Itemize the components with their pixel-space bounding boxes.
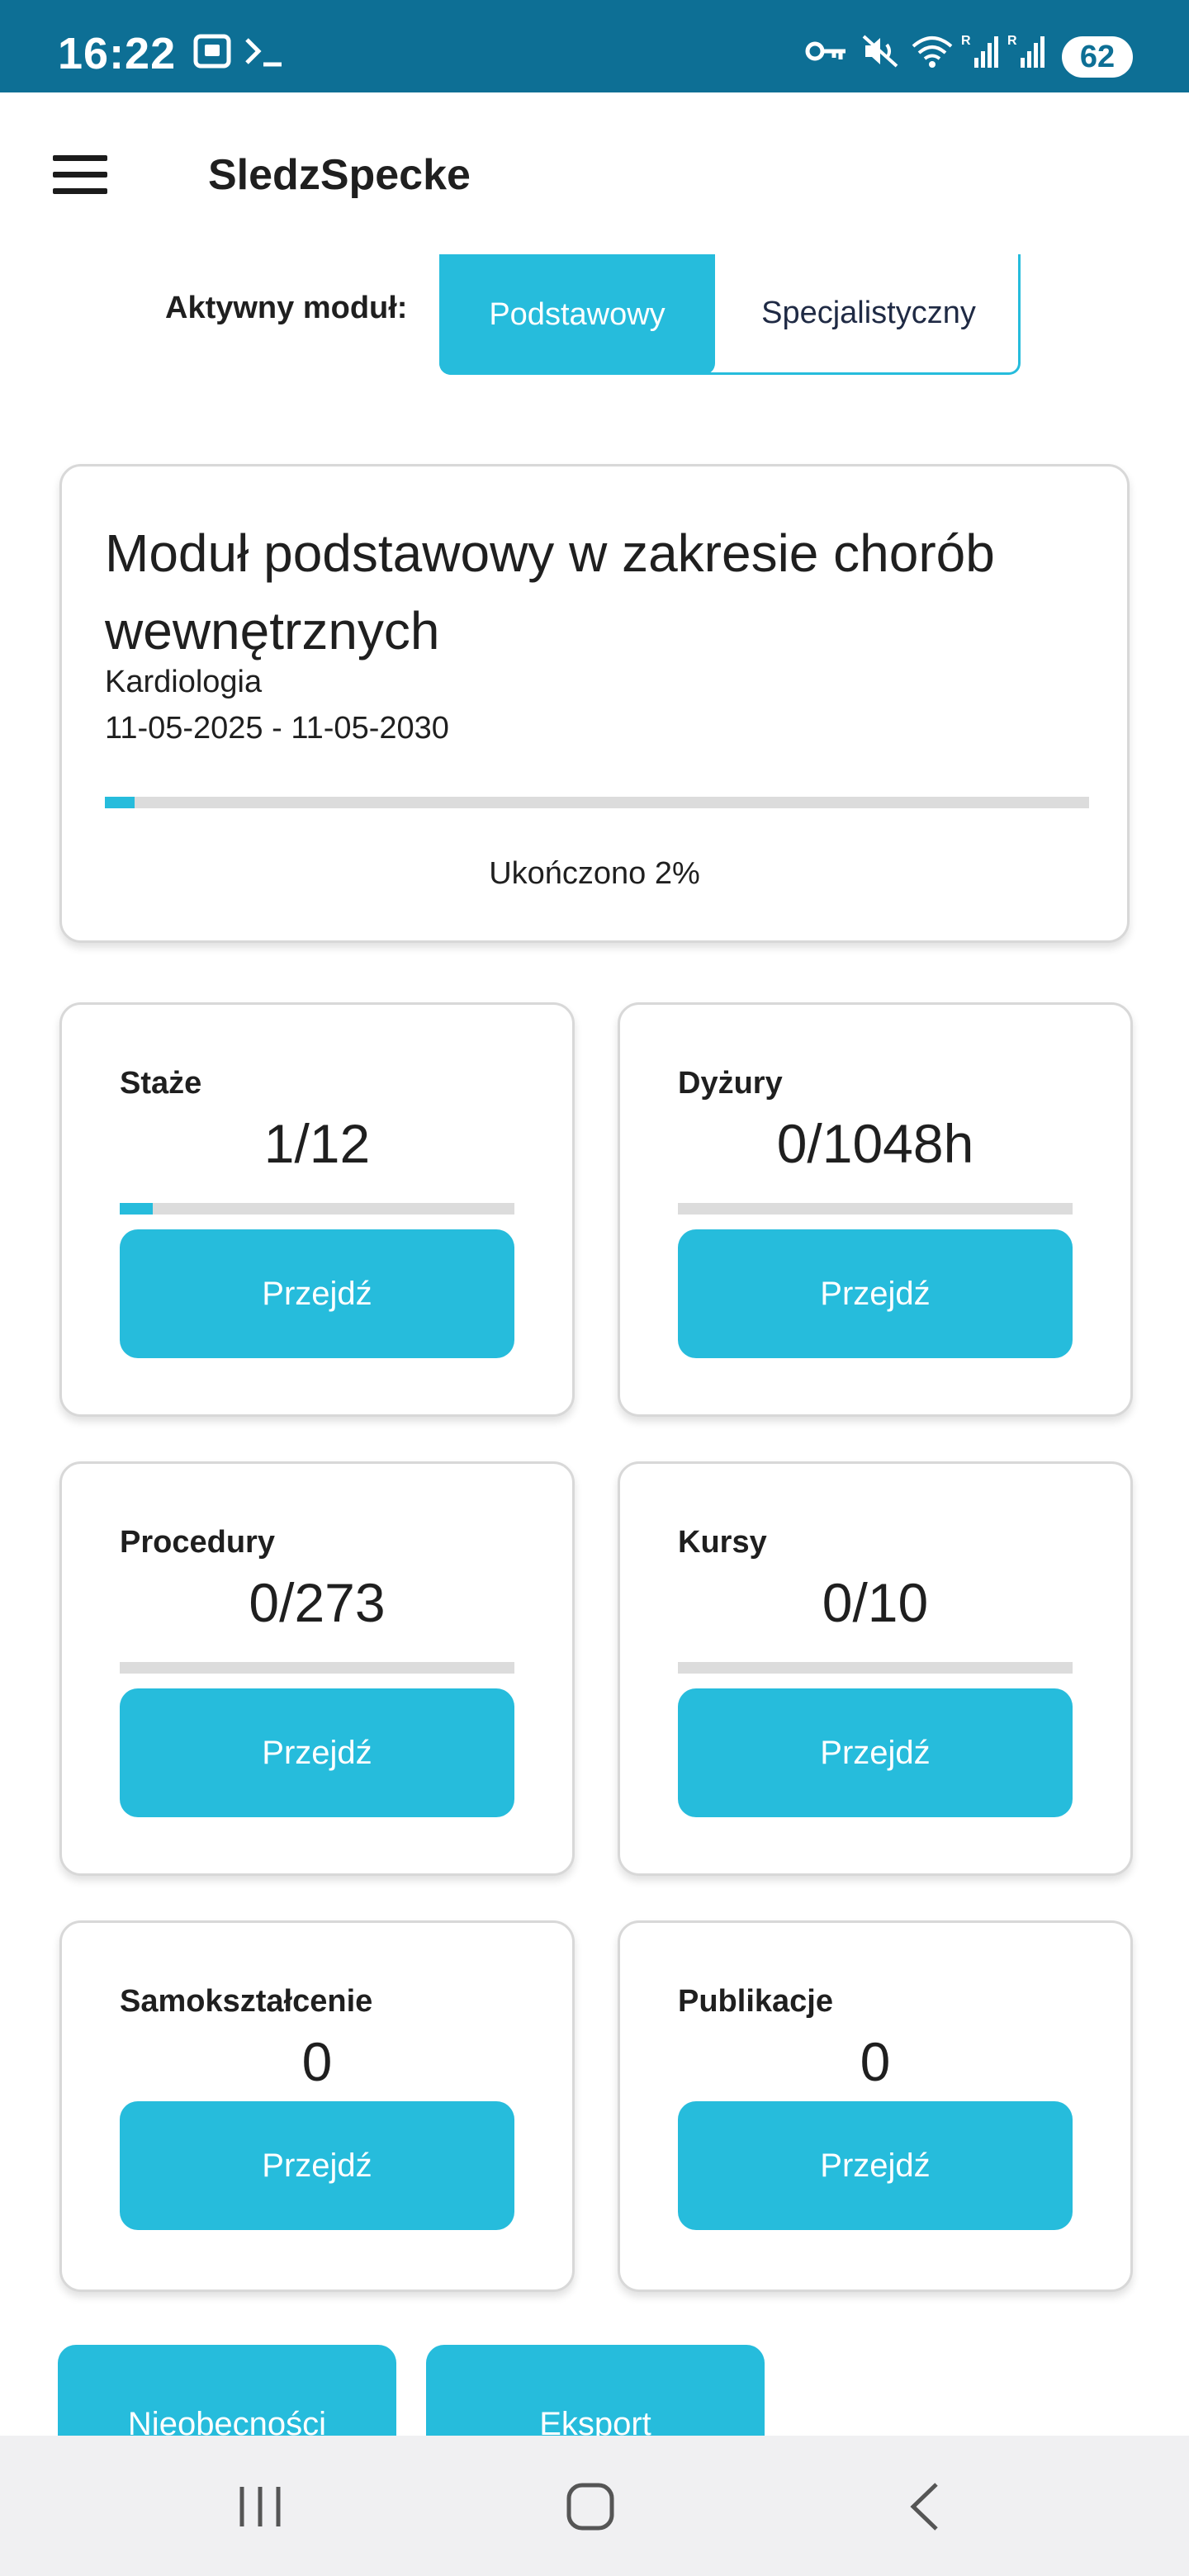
tile-value: 0 [301, 2031, 333, 2092]
app-title: SledzSpecke [208, 151, 471, 199]
absences-button[interactable]: Nieobecności [58, 2345, 396, 2444]
dyzury-go-button[interactable]: Przejdź [678, 1229, 1073, 1358]
tile-label: Procedury [120, 1525, 275, 1560]
tile-progress-bar [120, 1662, 514, 1674]
module-title: Moduł podstawowy w zakresie chorób wewnę… [105, 523, 995, 661]
samoksztalcenie-go-button[interactable]: Przejdź [120, 2101, 514, 2230]
battery-indicator: 62 [1062, 36, 1133, 78]
app-bar: SledzSpecke [0, 92, 1189, 249]
tile-label: Dyżury [678, 1066, 783, 1101]
staze-go-button[interactable]: Przejdź [120, 1229, 514, 1358]
tile-value: 0/10 [822, 1572, 929, 1633]
terminal-icon [243, 33, 284, 69]
tile-label: Samokształcenie [120, 1984, 373, 2019]
tile-label: Publikacje [678, 1984, 833, 2019]
signal-r-icon: R [961, 33, 999, 69]
kursy-go-button[interactable]: Przejdź [678, 1688, 1073, 1817]
module-option-specjalistyczny[interactable]: Specjalistyczny [718, 254, 1020, 372]
tile-value: 0/1048h [776, 1113, 974, 1174]
publikacje-go-button[interactable]: Przejdź [678, 2101, 1073, 2230]
module-progress-fill [105, 797, 135, 808]
module-switch: Podstawowy Specjalistyczny [439, 254, 1021, 375]
module-dates: 11-05-2025 - 11-05-2030 [105, 711, 449, 746]
tile-progress-fill [120, 1203, 153, 1215]
tile-value: 1/12 [263, 1113, 371, 1174]
procedury-go-button[interactable]: Przejdź [120, 1688, 514, 1817]
tile-procedury: Procedury 0/273 Przejdź [59, 1461, 575, 1876]
home-icon[interactable] [561, 2480, 619, 2533]
tile-progress-bar [678, 1203, 1073, 1215]
module-card: Moduł podstawowy w zakresie chorób wewnę… [59, 464, 1130, 943]
menu-icon[interactable] [53, 155, 107, 195]
back-icon[interactable] [900, 2480, 950, 2533]
module-switch-label: Aktywny moduł: [165, 291, 408, 325]
tile-value: 0/273 [249, 1572, 386, 1633]
mute-icon [862, 33, 900, 69]
module-progress-bar [105, 797, 1089, 808]
svg-text:R: R [1007, 34, 1017, 48]
navigation-bar [0, 2436, 1189, 2576]
tile-label: Kursy [678, 1525, 767, 1560]
vpn-key-icon [804, 33, 849, 69]
tile-publikacje: Publikacje 0 Przejdź [618, 1920, 1133, 2292]
signal-r-icon: R [1007, 33, 1045, 69]
tile-staze: Staże 1/12 Przejdź [59, 1002, 575, 1417]
tile-progress-bar [120, 1203, 514, 1215]
wifi-icon [910, 33, 955, 69]
tile-label: Staże [120, 1066, 202, 1101]
tile-progress-bar [678, 1662, 1073, 1674]
export-button[interactable]: Eksport [426, 2345, 765, 2444]
status-bar: 16:22 R R 62 [0, 0, 1189, 92]
tile-dyzury: Dyżury 0/1048h Przejdź [618, 1002, 1133, 1417]
svg-text:R: R [961, 34, 971, 48]
tile-samoksztalcenie: Samokształcenie 0 Przejdź [59, 1920, 575, 2292]
module-progress-status: Ukończono 2% [489, 856, 700, 891]
specialization-name: Kardiologia [105, 665, 263, 699]
tile-kursy: Kursy 0/10 Przejdź [618, 1461, 1133, 1876]
screenshot-icon [192, 33, 233, 69]
recents-icon[interactable] [231, 2480, 289, 2533]
status-time: 16:22 [58, 29, 177, 78]
tile-value: 0 [860, 2031, 891, 2092]
module-option-podstawowy[interactable]: Podstawowy [439, 254, 715, 375]
